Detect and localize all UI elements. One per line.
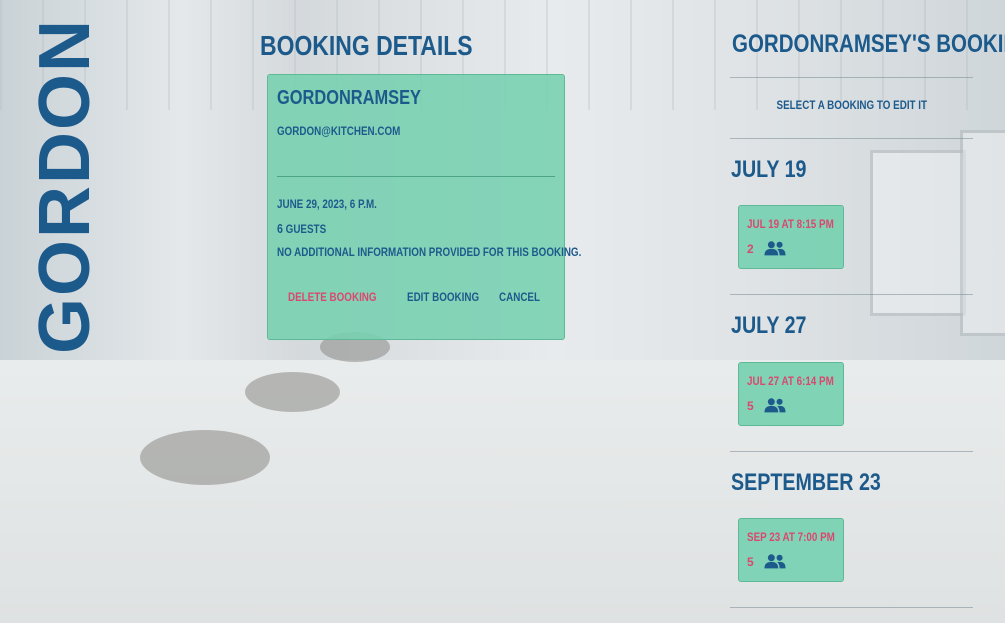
divider [730,607,973,608]
user-bookings-title: gordonramsey's bookings [732,30,1005,58]
guests-label: guests [285,222,327,236]
booking-group-date: July 19 [731,156,807,183]
background-stool [245,372,340,412]
divider [730,294,973,295]
edit-booking-button[interactable]: Edit booking [407,290,479,304]
divider [730,138,973,139]
people-icon [764,554,786,569]
divider [277,176,555,177]
booking-group-date: September 23 [731,469,881,496]
booking-user-email: gordon@kitchen.com [277,124,401,138]
booking-card-guests: 2 [747,242,754,256]
guests-count: 6 [277,221,283,236]
booking-card-guests: 5 [747,555,754,569]
cancel-button[interactable]: Cancel [499,290,540,304]
booking-card-guests: 5 [747,399,754,413]
background-window [870,150,966,316]
background-stool [140,430,270,485]
booking-datetime: June 29, 2023, 6 p.m. [277,197,377,211]
booking-card[interactable]: Sep 23 at 7:00 PM 5 [738,518,844,582]
booking-info: No additional information provided for t… [277,245,582,259]
delete-booking-button[interactable]: Delete booking [288,290,377,304]
booking-group-date: July 27 [731,312,807,339]
booking-card[interactable]: Jul 27 at 6:14 PM 5 [738,362,844,426]
select-booking-hint: Select a booking to edit it [732,98,972,112]
booking-card-time: Sep 23 at 7:00 PM [747,530,835,544]
background-window [960,130,1005,336]
booking-card[interactable]: Jul 19 at 8:15 PM 2 [738,205,844,269]
booking-detail-card: gordonramsey gordon@kitchen.com June 29,… [267,74,581,340]
booking-details-title: Booking Details [260,30,473,61]
brand-name: GORDON [25,17,105,354]
select-booking-hint-text: Select a booking to edit it [776,98,928,112]
booking-card-time: Jul 19 at 8:15 PM [747,217,834,231]
people-icon [764,241,786,256]
booking-user-name: gordonramsey [277,87,421,109]
booking-actions: Delete booking Edit booking Cancel [288,290,549,304]
divider [730,451,973,452]
brand-logo: GORDON [25,18,105,354]
booking-card-time: Jul 27 at 6:14 PM [747,374,834,388]
divider [730,77,973,78]
people-icon [764,398,786,413]
booking-guests: 6 guests [277,221,326,236]
